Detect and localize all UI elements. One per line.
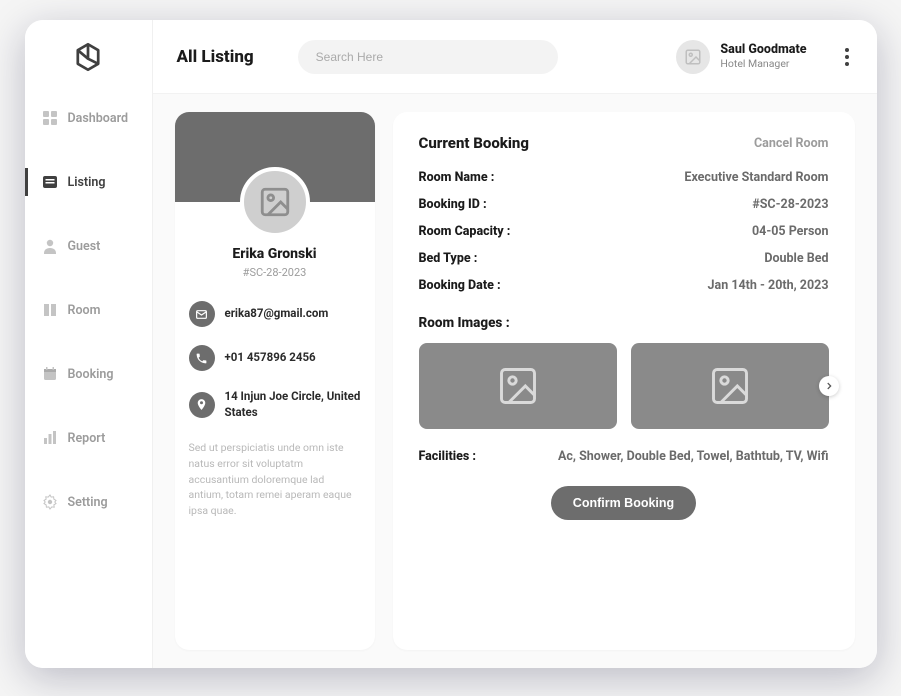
room-icon: [42, 302, 58, 318]
label: Booking ID :: [419, 197, 487, 212]
booking-icon: [42, 366, 58, 382]
profile-notes: Sed ut perspiciatis unde omn iste natus …: [189, 440, 361, 519]
nav-label: Listing: [68, 175, 106, 190]
nav-label: Room: [68, 303, 101, 318]
search-input[interactable]: [298, 40, 558, 74]
nav-dashboard[interactable]: Dashboard: [25, 104, 152, 132]
contact-phone: +01 457896 2456: [189, 345, 361, 371]
avatar: [676, 40, 710, 74]
profile-picture: [240, 167, 310, 237]
kv-bed-type: Bed Type : Double Bed: [419, 251, 829, 266]
booking-card: Current Booking Cancel Room Room Name : …: [393, 112, 855, 650]
room-image-placeholder[interactable]: [631, 343, 829, 429]
nav-report[interactable]: Report: [25, 424, 152, 452]
page-title: All Listing: [177, 47, 254, 67]
contact-address: 14 Injun Joe Circle, United States: [189, 389, 361, 420]
phone-icon: [189, 345, 215, 371]
nav-label: Booking: [68, 367, 114, 382]
value: Jan 14th - 20th, 2023: [708, 278, 829, 293]
profile-body: Erika Gronski #SC-28-2023 erika87@gmail.…: [175, 202, 375, 533]
booking-title: Current Booking: [419, 134, 529, 152]
nav-label: Report: [68, 431, 106, 446]
value: Executive Standard Room: [684, 170, 828, 185]
menu-kebab-icon[interactable]: [841, 44, 853, 70]
app-logo: [25, 40, 152, 74]
kv-room-name: Room Name : Executive Standard Room: [419, 170, 829, 185]
sidebar: Dashboard Listing Guest Room: [25, 20, 153, 668]
value: #SC-28-2023: [752, 197, 828, 212]
facilities-row: Facilities : Ac, Shower, Double Bed, Tow…: [419, 449, 829, 464]
value: Double Bed: [764, 251, 828, 266]
contact-text: 14 Injun Joe Circle, United States: [225, 389, 361, 420]
nav-label: Setting: [68, 495, 108, 510]
room-image-placeholder[interactable]: [419, 343, 617, 429]
dashboard-icon: [42, 110, 58, 126]
nav-label: Guest: [68, 239, 101, 254]
facilities-value: Ac, Shower, Double Bed, Towel, Bathtub, …: [558, 449, 829, 464]
user-block[interactable]: Saul Goodmate Hotel Manager: [676, 40, 806, 74]
email-icon: [189, 301, 215, 327]
user-text: Saul Goodmate Hotel Manager: [720, 43, 806, 69]
nav-guest[interactable]: Guest: [25, 232, 152, 260]
profile-name: Erika Gronski: [189, 246, 361, 262]
contact-list: erika87@gmail.com +01 457896 2456: [189, 301, 361, 420]
contact-email: erika87@gmail.com: [189, 301, 361, 327]
label: Bed Type :: [419, 251, 478, 266]
nav-room[interactable]: Room: [25, 296, 152, 324]
topbar: All Listing Saul Goodmate Hotel Manager: [153, 20, 877, 94]
profile-card: Erika Gronski #SC-28-2023 erika87@gmail.…: [175, 112, 375, 650]
value: 04-05 Person: [752, 224, 829, 239]
report-icon: [42, 430, 58, 446]
label: Booking Date :: [419, 278, 501, 293]
cancel-room-link[interactable]: Cancel Room: [754, 136, 829, 151]
listing-icon: [42, 174, 58, 190]
user-role: Hotel Manager: [720, 58, 806, 70]
label: Room Capacity :: [419, 224, 511, 239]
contact-text: +01 457896 2456: [225, 350, 316, 366]
profile-id: #SC-28-2023: [189, 266, 361, 279]
setting-icon: [42, 494, 58, 510]
content: Erika Gronski #SC-28-2023 erika87@gmail.…: [153, 94, 877, 668]
kv-booking-date: Booking Date : Jan 14th - 20th, 2023: [419, 278, 829, 293]
booking-header: Current Booking Cancel Room: [419, 134, 829, 152]
kv-capacity: Room Capacity : 04-05 Person: [419, 224, 829, 239]
booking-details: Room Name : Executive Standard Room Book…: [419, 170, 829, 293]
nav-label: Dashboard: [68, 111, 129, 126]
nav-setting[interactable]: Setting: [25, 488, 152, 516]
confirm-booking-button[interactable]: Confirm Booking: [551, 486, 696, 520]
facilities-label: Facilities :: [419, 449, 477, 464]
contact-text: erika87@gmail.com: [225, 306, 329, 322]
user-name: Saul Goodmate: [720, 43, 806, 57]
app-window: Dashboard Listing Guest Room: [25, 20, 877, 668]
nav-listing[interactable]: Listing: [25, 168, 152, 196]
label: Room Name :: [419, 170, 495, 185]
room-images: [419, 343, 829, 429]
nav: Dashboard Listing Guest Room: [25, 104, 152, 516]
carousel-next-button[interactable]: [819, 376, 839, 396]
room-images-label: Room Images :: [419, 315, 829, 331]
profile-banner: [175, 112, 375, 202]
guest-icon: [42, 238, 58, 254]
nav-booking[interactable]: Booking: [25, 360, 152, 388]
location-icon: [189, 392, 215, 418]
main: All Listing Saul Goodmate Hotel Manager: [153, 20, 877, 668]
kv-booking-id: Booking ID : #SC-28-2023: [419, 197, 829, 212]
